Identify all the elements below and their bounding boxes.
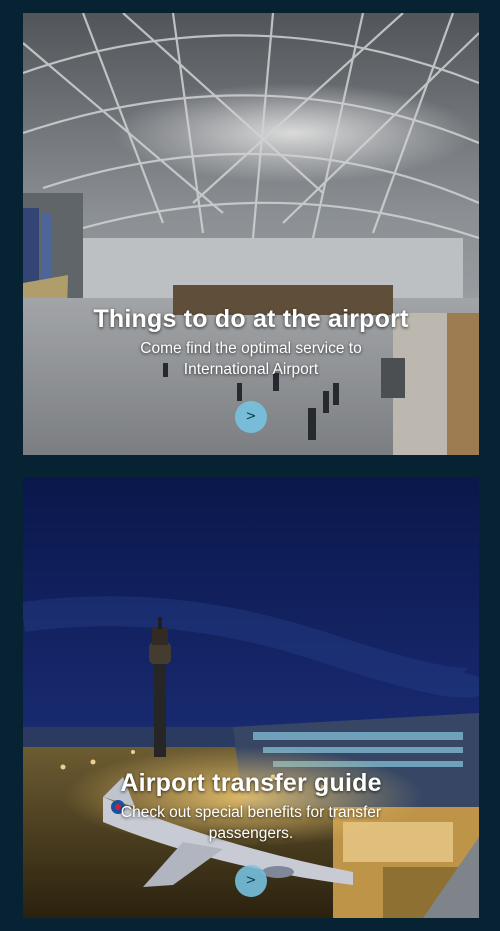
card-subtitle: Come find the optimal service to Interna… [140, 340, 362, 378]
airport-terminal-interior-photo [23, 13, 479, 455]
promo-card-things-to-do[interactable]: Things to do at the airport Come find th… [23, 13, 479, 455]
card-subtitle: Check out special benefits for transfer … [120, 804, 382, 842]
next-arrow-button[interactable]: > [235, 865, 267, 897]
next-arrow-button[interactable]: > [235, 401, 267, 433]
card-title: Airport transfer guide [120, 769, 382, 797]
card-title: Things to do at the airport [93, 305, 409, 333]
airport-control-tower-night-photo [23, 477, 479, 918]
promo-card-transfer-guide[interactable]: Airport transfer guide Check out special… [23, 477, 479, 918]
